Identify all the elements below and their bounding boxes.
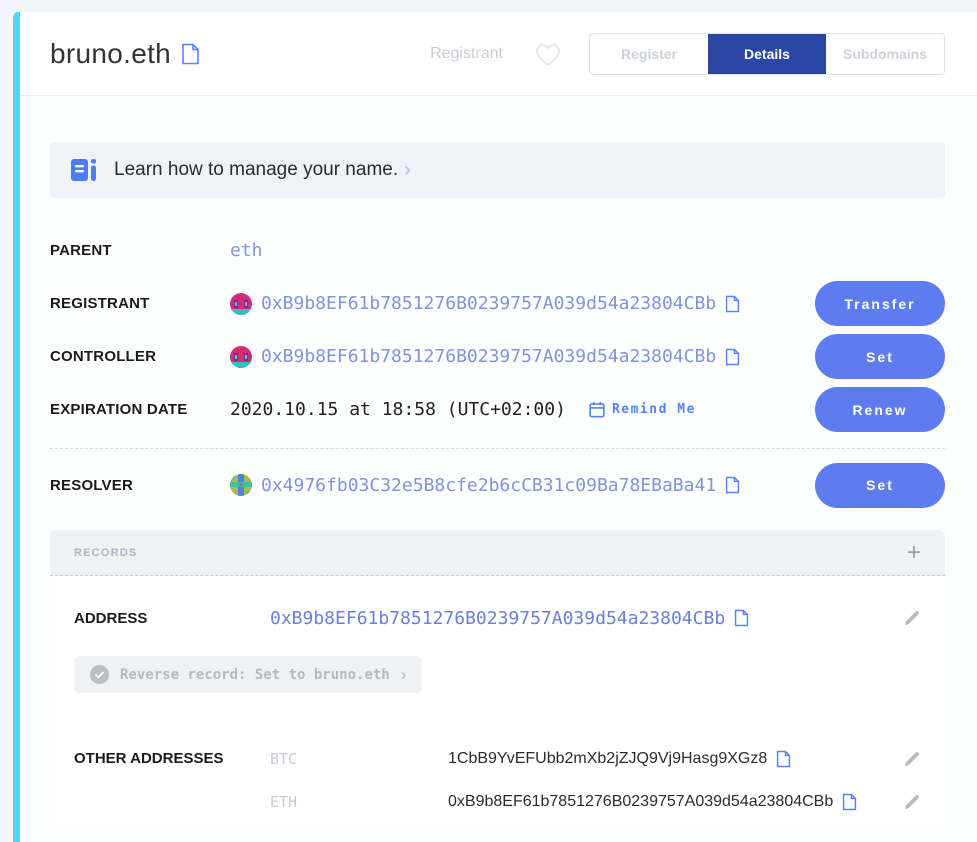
records-title: RECORDS bbox=[74, 547, 137, 559]
header: bruno.eth Registrant Register Details bbox=[20, 12, 977, 96]
reverse-record-banner[interactable]: Reverse record: Set to bruno.eth › bbox=[74, 656, 422, 693]
controller-row: CONTROLLER bbox=[50, 330, 945, 383]
registrant-address[interactable]: 0xB9b8EF61b7851276B0239757A039d54a23804C… bbox=[261, 293, 716, 314]
copy-resolver-icon[interactable] bbox=[725, 476, 740, 494]
book-icon bbox=[70, 157, 100, 183]
tab-subdomains[interactable]: Subdomains bbox=[826, 34, 944, 74]
resolver-row: RESOLVER bbox=[50, 460, 945, 510]
registrant-label: Registrant bbox=[430, 45, 503, 63]
favourite-heart-icon[interactable] bbox=[533, 40, 563, 68]
transfer-button[interactable]: Transfer bbox=[815, 281, 945, 326]
address-record-row: ADDRESS 0xB9b8EF61b7851276B0239757A039d5… bbox=[74, 590, 921, 646]
edit-eth-icon[interactable] bbox=[903, 793, 921, 811]
copy-registrant-icon[interactable] bbox=[725, 295, 740, 313]
page-title: bruno.eth bbox=[50, 38, 171, 70]
accent-bar bbox=[13, 12, 20, 842]
banner-chevron-icon: › bbox=[404, 160, 411, 180]
add-record-icon[interactable]: + bbox=[907, 541, 921, 565]
expiration-label: EXPIRATION DATE bbox=[50, 401, 230, 418]
btc-address-value[interactable]: 1CbB9YvEFUbb2mXb2jZJQ9Vj9Hasg9XGz8 bbox=[448, 750, 767, 768]
detail-rows: PARENT eth REGISTRANT bbox=[50, 224, 945, 510]
controller-row-label: CONTROLLER bbox=[50, 348, 230, 365]
resolver-address[interactable]: 0x4976fb03C32e5B8cfe2b6cCB31c09Ba78EBaBa… bbox=[261, 475, 716, 496]
registrant-avatar bbox=[230, 293, 252, 315]
expiration-row: EXPIRATION DATE 2020.10.15 at 18:58 (UTC… bbox=[50, 383, 945, 436]
parent-row: PARENT eth bbox=[50, 224, 945, 277]
coin-label-eth: ETH bbox=[270, 793, 448, 811]
learn-banner[interactable]: Learn how to manage your name. › bbox=[50, 142, 945, 198]
tab-register[interactable]: Register bbox=[590, 34, 708, 74]
copy-name-icon[interactable] bbox=[181, 43, 200, 65]
copy-btc-icon[interactable] bbox=[776, 750, 791, 768]
coin-label-btc: BTC bbox=[270, 750, 448, 768]
registrant-row: REGISTRANT bbox=[50, 277, 945, 330]
reverse-record-text: Reverse record: Set to bruno.eth bbox=[120, 667, 390, 683]
edit-address-icon[interactable] bbox=[903, 609, 921, 627]
copy-controller-icon[interactable] bbox=[725, 348, 740, 366]
reverse-record-chevron-icon: › bbox=[401, 666, 407, 683]
tab-group: Register Details Subdomains bbox=[589, 33, 945, 75]
records-header: RECORDS + bbox=[50, 530, 945, 576]
tab-details[interactable]: Details bbox=[708, 34, 826, 74]
resolver-avatar bbox=[230, 474, 252, 496]
address-record-label: ADDRESS bbox=[74, 610, 270, 627]
other-addresses: OTHER ADDRESSES BTC 1CbB9YvEFUbb2mXb2jZJ… bbox=[74, 737, 921, 823]
details-content: Learn how to manage your name. › PARENT … bbox=[20, 96, 977, 842]
controller-avatar bbox=[230, 346, 252, 368]
remind-me-label: Remind Me bbox=[612, 402, 696, 417]
registrant-row-label: REGISTRANT bbox=[50, 295, 230, 312]
remind-me[interactable]: Remind Me bbox=[589, 401, 696, 418]
copy-address-icon[interactable] bbox=[734, 609, 749, 627]
eth-address-value[interactable]: 0xB9b8EF61b7851276B0239757A039d54a23804C… bbox=[448, 793, 833, 811]
renew-button[interactable]: Renew bbox=[815, 387, 945, 432]
records-body: ADDRESS 0xB9b8EF61b7851276B0239757A039d5… bbox=[50, 576, 945, 823]
calendar-icon bbox=[589, 401, 605, 418]
btc-address-row: OTHER ADDRESSES BTC 1CbB9YvEFUbb2mXb2jZJ… bbox=[74, 737, 921, 780]
edit-btc-icon[interactable] bbox=[903, 750, 921, 768]
ens-manager-page: bruno.eth Registrant Register Details bbox=[0, 0, 977, 842]
learn-banner-text: Learn how to manage your name. bbox=[114, 159, 398, 181]
check-circle-icon bbox=[90, 665, 109, 684]
set-controller-button[interactable]: Set bbox=[815, 334, 945, 379]
other-addresses-label: OTHER ADDRESSES bbox=[74, 750, 270, 767]
copy-eth-icon[interactable] bbox=[842, 793, 857, 811]
eth-address-row: ETH 0xB9b8EF61b7851276B0239757A039d54a23… bbox=[74, 780, 921, 823]
set-resolver-button[interactable]: Set bbox=[815, 463, 945, 508]
controller-address[interactable]: 0xB9b8EF61b7851276B0239757A039d54a23804C… bbox=[261, 346, 716, 367]
parent-label: PARENT bbox=[50, 242, 230, 259]
records-section: RECORDS + ADDRESS 0xB9b8EF61b7851276B023… bbox=[50, 530, 945, 823]
address-record-value[interactable]: 0xB9b8EF61b7851276B0239757A039d54a23804C… bbox=[270, 608, 725, 629]
parent-value[interactable]: eth bbox=[230, 240, 263, 261]
expiration-date: 2020.10.15 at 18:58 (UTC+02:00) bbox=[230, 399, 566, 420]
main-panel: bruno.eth Registrant Register Details bbox=[20, 12, 977, 842]
section-divider bbox=[50, 448, 945, 449]
resolver-label: RESOLVER bbox=[50, 477, 230, 494]
